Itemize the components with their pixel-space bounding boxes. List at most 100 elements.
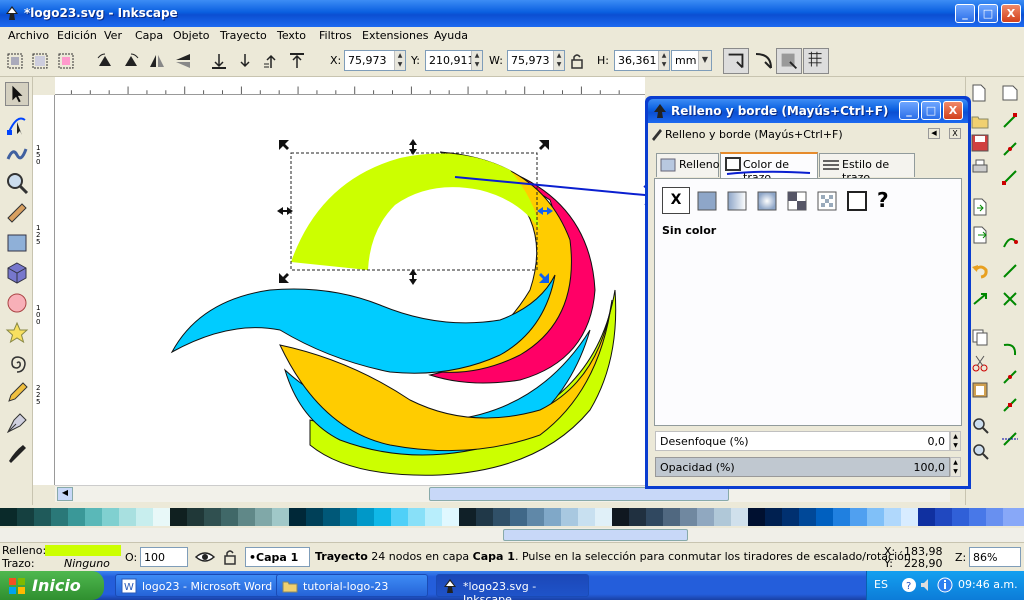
print-icon[interactable] — [971, 158, 989, 176]
dialog-collapse-button[interactable]: ◀ — [928, 128, 940, 139]
rotate-ccw-icon[interactable] — [95, 52, 115, 70]
no-paint-button[interactable]: X — [662, 187, 690, 214]
palette-swatches[interactable] — [0, 508, 1024, 526]
menu-objeto[interactable]: Objeto — [173, 29, 210, 42]
eye-visibility-icon[interactable] — [195, 549, 215, 565]
unit-dropdown-arrow[interactable]: ▼ — [698, 51, 711, 70]
w-spin-arrows[interactable]: ▲ ▼ — [553, 51, 564, 70]
pencil-tool-icon[interactable] — [5, 381, 29, 405]
zoom-drawing-icon[interactable] — [971, 442, 989, 460]
copy-icon[interactable] — [971, 328, 989, 346]
calligraphy-tool-icon[interactable] — [5, 441, 29, 465]
snap-midpoints-icon[interactable] — [1001, 368, 1019, 386]
snap-centers-icon[interactable] — [1001, 396, 1019, 414]
linear-gradient-icon[interactable] — [727, 191, 747, 211]
spiral-tool-icon[interactable] — [5, 351, 29, 375]
flip-horizontal-icon[interactable] — [147, 52, 167, 70]
stroke-value[interactable]: Ninguno — [64, 557, 110, 570]
menu-trayecto[interactable]: Trayecto — [220, 29, 267, 42]
task-word[interactable]: logo23 - Microsoft Word — [115, 574, 280, 597]
drawing-canvas[interactable] — [55, 95, 645, 485]
h-spin-arrows[interactable]: ▲ ▼ — [658, 51, 669, 70]
unset-paint-icon[interactable] — [847, 191, 867, 211]
language-indicator[interactable]: ES — [874, 578, 888, 591]
dialog-close-button[interactable]: X — [943, 101, 963, 120]
star-tool-icon[interactable] — [5, 321, 29, 345]
raise-to-top-icon[interactable] — [287, 52, 307, 70]
rectangle-tool-icon[interactable] — [5, 231, 29, 255]
scroll-left-button[interactable]: ◀ — [57, 487, 73, 501]
dialog-maximize-button[interactable]: □ — [921, 101, 941, 120]
menu-ayuda[interactable]: Ayuda — [434, 29, 468, 42]
open-icon[interactable] — [971, 112, 989, 130]
tweak-tool-icon[interactable] — [5, 141, 29, 165]
export-icon[interactable] — [971, 226, 989, 244]
horizontal-ruler[interactable] — [55, 77, 645, 95]
opacity-status-field[interactable]: 100 — [140, 547, 188, 567]
task-folder[interactable]: tutorial-logo-23 — [276, 574, 428, 597]
measure-tool-icon[interactable] — [5, 201, 29, 225]
new-document-icon[interactable] — [971, 84, 987, 102]
y-spin-arrows[interactable]: ▲ ▼ — [471, 51, 482, 70]
select-all-layers-icon[interactable] — [31, 52, 51, 70]
dialog-minimize-button[interactable]: _ — [899, 101, 919, 120]
blur-spin-arrows[interactable]: ▲ ▼ — [950, 431, 961, 451]
blur-slider[interactable]: Desenfoque (%) 0,0 — [655, 431, 950, 451]
lower-to-bottom-icon[interactable] — [209, 52, 229, 70]
opacity-spin-arrows[interactable]: ▲ ▼ — [950, 457, 961, 477]
undo-icon[interactable] — [971, 262, 989, 280]
snap-toggle-icon[interactable] — [1001, 84, 1019, 102]
snap-bbox-corner-icon[interactable] — [1001, 168, 1019, 186]
start-button[interactable]: Inicio — [0, 571, 104, 600]
scale-corners-icon[interactable] — [751, 48, 777, 74]
menu-texto[interactable]: Texto — [277, 29, 306, 42]
lower-icon[interactable] — [235, 52, 255, 70]
selector-tool-icon[interactable] — [5, 82, 29, 106]
node-tool-icon[interactable] — [5, 112, 29, 136]
dialog-undock-button[interactable]: X — [949, 128, 961, 139]
task-inkscape[interactable]: *logo23.svg - Inkscape — [436, 574, 589, 600]
pattern-icon[interactable] — [787, 191, 807, 211]
x-spin-arrows[interactable]: ▲ ▼ — [394, 51, 405, 70]
paste-icon[interactable] — [971, 380, 989, 398]
zoom-field[interactable]: 86% — [969, 547, 1021, 567]
cut-icon[interactable] — [971, 354, 989, 372]
volume-tray-icon[interactable] — [919, 577, 935, 593]
flat-color-icon[interactable] — [697, 191, 717, 211]
scale-pattern-icon[interactable] — [803, 48, 829, 74]
lock-icon[interactable] — [569, 52, 585, 70]
palette-scrollbar[interactable] — [0, 528, 1024, 542]
layer-select[interactable]: •Capa 1 — [245, 547, 310, 567]
rotate-cw-icon[interactable] — [121, 52, 141, 70]
menu-capa[interactable]: Capa — [135, 29, 163, 42]
redo-icon[interactable] — [971, 290, 989, 308]
h-field[interactable]: 36,361 ▲ ▼ — [614, 50, 670, 71]
swatch-icon[interactable] — [817, 191, 837, 211]
scale-stroke-icon[interactable] — [723, 48, 749, 74]
menu-archivo[interactable]: Archivo — [8, 29, 49, 42]
zoom-tool-icon[interactable] — [5, 171, 29, 195]
palette-scroll-thumb[interactable] — [503, 529, 688, 541]
snap-smooth-icon[interactable] — [1001, 340, 1019, 358]
unit-select[interactable]: mm ▼ — [671, 50, 712, 71]
x-field[interactable]: 75,973 ▲ ▼ — [344, 50, 406, 71]
horizontal-scroll-thumb[interactable] — [429, 487, 729, 501]
save-icon[interactable] — [971, 134, 989, 152]
menu-extensiones[interactable]: Extensiones — [362, 29, 429, 42]
unset-button[interactable]: ? — [877, 188, 895, 212]
deselect-icon[interactable] — [57, 52, 77, 70]
scale-gradient-icon[interactable] — [776, 48, 802, 74]
ellipse-tool-icon[interactable] — [5, 291, 29, 315]
select-all-icon[interactable] — [6, 52, 26, 70]
import-icon[interactable] — [971, 198, 989, 216]
pen-tool-icon[interactable] — [5, 411, 29, 435]
zoom-selection-icon[interactable] — [971, 416, 989, 434]
help-tray-icon[interactable]: ? — [901, 577, 917, 593]
opacity-slider[interactable]: Opacidad (%) 100,0 — [655, 457, 950, 477]
menu-edicion[interactable]: Edición — [57, 29, 97, 42]
w-field[interactable]: 75,973 ▲ ▼ — [507, 50, 565, 71]
3d-box-tool-icon[interactable] — [5, 261, 29, 285]
snap-bbox-icon[interactable] — [1001, 112, 1019, 130]
info-tray-icon[interactable] — [937, 577, 953, 593]
menu-ver[interactable]: Ver — [104, 29, 122, 42]
